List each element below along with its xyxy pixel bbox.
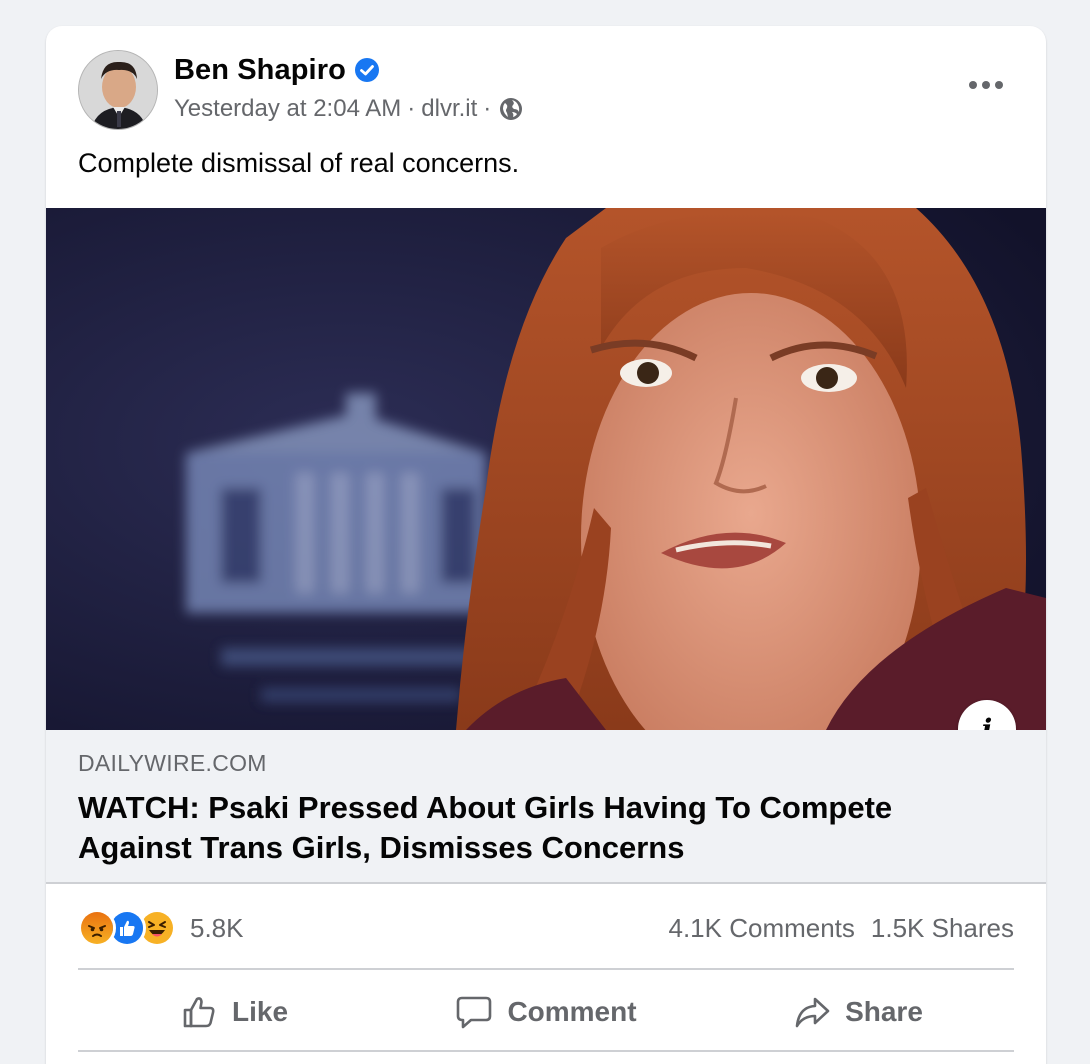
post-meta: Yesterday at 2:04 AM · dlvr.it · (174, 94, 523, 124)
globe-icon[interactable] (499, 97, 523, 121)
reaction-count: 5.8K (190, 912, 244, 943)
link-preview-footer[interactable]: DAILYWIRE.COM WATCH: Psaki Pressed About… (46, 730, 1046, 884)
comment-button[interactable]: Comment (390, 976, 702, 1048)
stats-right: 4.1K Comments 1.5K Shares (669, 913, 1015, 944)
share-label: Share (845, 996, 923, 1027)
action-bar: Like Comment Share (78, 976, 1014, 1048)
link-title[interactable]: WATCH: Psaki Pressed About Girls Having … (78, 788, 978, 868)
more-options-button[interactable] (960, 70, 1012, 100)
engagement-stats: 5.8K 4.1K Comments 1.5K Shares (78, 898, 1014, 958)
share-button[interactable]: Share (702, 976, 1014, 1048)
link-domain: DAILYWIRE.COM (78, 750, 267, 776)
post-text: Complete dismissal of real concerns. (78, 148, 520, 178)
post-card: Ben Shapiro Yesterday at 2:04 AM · dlvr.… (46, 26, 1046, 1064)
post-timestamp[interactable]: Yesterday at 2:04 AM (174, 95, 401, 123)
author-row: Ben Shapiro (174, 53, 380, 87)
share-arrow-icon (795, 997, 830, 1028)
meta-separator: · (407, 95, 416, 122)
comments-count[interactable]: 4.1K Comments (669, 913, 855, 944)
link-preview-image[interactable]: i (46, 208, 1046, 730)
reactions-summary[interactable]: 5.8K (78, 909, 244, 947)
like-button[interactable]: Like (78, 976, 390, 1048)
dot-icon (995, 81, 1003, 89)
dot-icon (969, 81, 977, 89)
divider (78, 968, 1014, 970)
comment-label: Comment (507, 996, 637, 1027)
author-avatar[interactable] (78, 50, 158, 130)
post-source[interactable]: dlvr.it (421, 95, 477, 123)
dot-icon (982, 81, 990, 89)
meta-separator: · (483, 95, 492, 122)
divider (78, 1050, 1014, 1052)
author-name[interactable]: Ben Shapiro (174, 54, 346, 87)
thumbs-up-icon (183, 997, 215, 1028)
verified-badge-icon (354, 57, 380, 83)
angry-reaction-icon (78, 909, 116, 947)
like-label: Like (231, 996, 289, 1027)
shares-count[interactable]: 1.5K Shares (871, 913, 1014, 944)
comment-icon (457, 996, 492, 1029)
